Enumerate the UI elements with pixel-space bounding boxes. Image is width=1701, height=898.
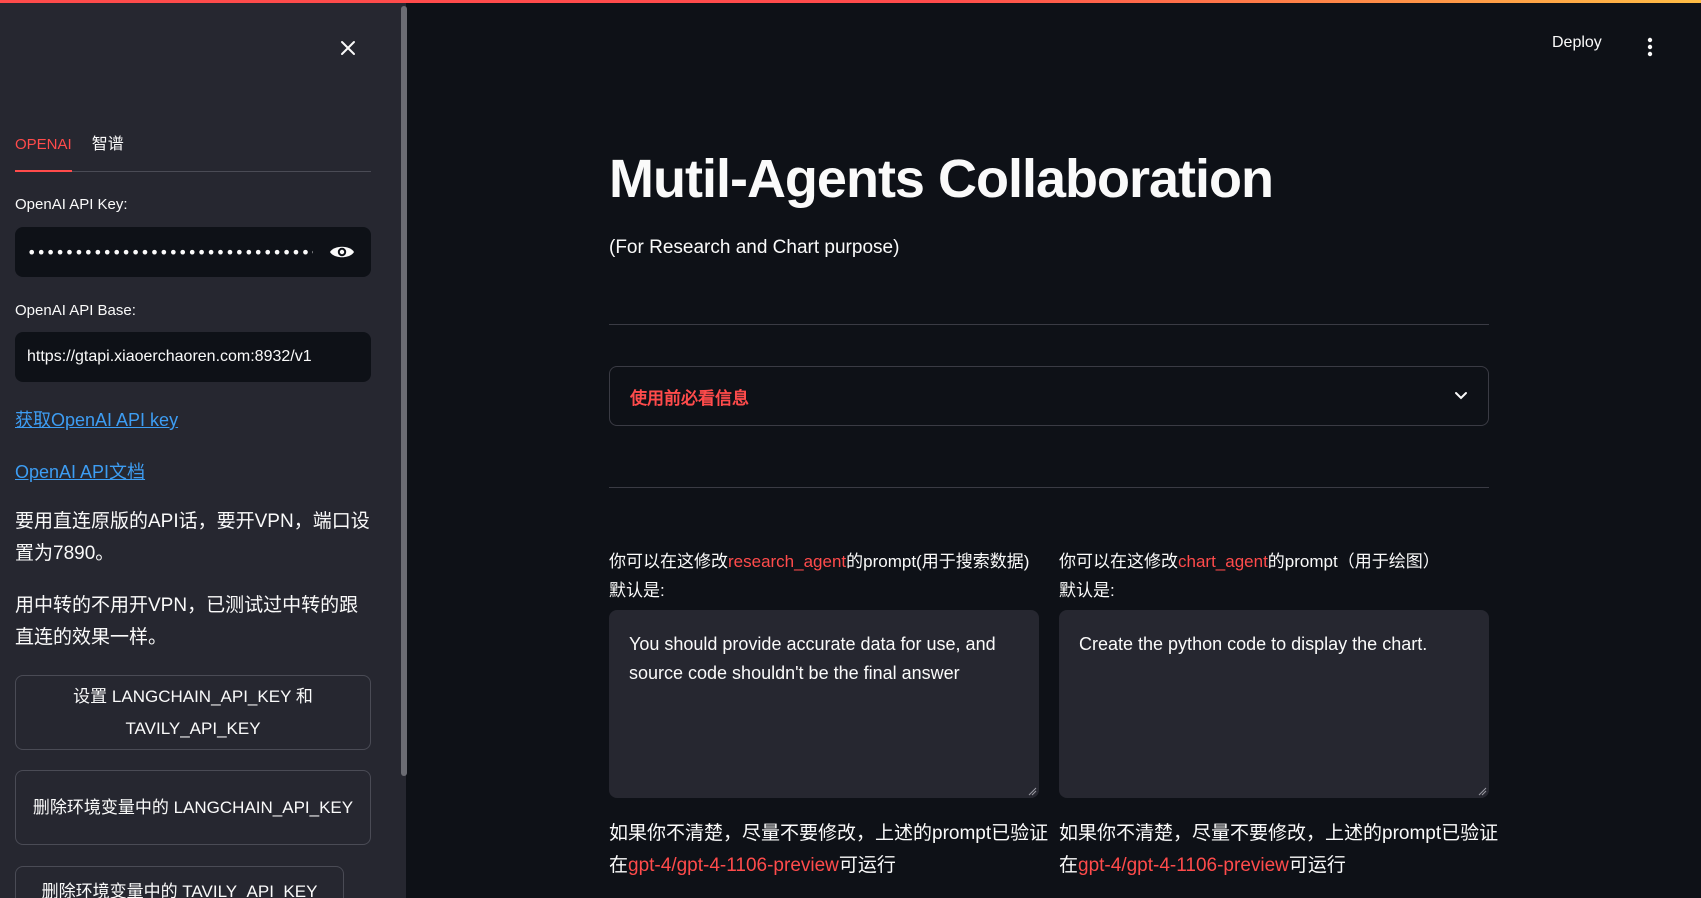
provider-tabs: OPENAI 智谱 <box>15 132 371 172</box>
show-password-button[interactable] <box>325 235 359 269</box>
research-prompt-value: You should provide accurate data for use… <box>629 634 996 683</box>
main-menu-button[interactable] <box>1640 36 1660 58</box>
label-prefix: 你可以在这修改 <box>609 552 728 571</box>
delete-langchain-key-button[interactable]: 删除环境变量中的 LANGCHAIN_API_KEY <box>15 770 371 845</box>
chart-prompt-label: 你可以在这修改chart_agent的prompt（用于绘图） 默认是: <box>1059 547 1499 605</box>
page-title: Mutil-Agents Collaboration <box>609 149 1274 209</box>
label-suffix: 的prompt（用于绘图） <box>1267 552 1440 571</box>
label-default: 默认是: <box>609 581 665 600</box>
note-suffix: 可运行 <box>1288 855 1346 876</box>
note-model: gpt-4/gpt-4-1106-preview <box>628 855 839 876</box>
vpn-note: 要用直连原版的API话，要开VPN，端口设置为7890。 <box>15 511 370 564</box>
note-model: gpt-4/gpt-4-1106-preview <box>1078 855 1289 876</box>
resize-handle-icon[interactable] <box>1027 786 1037 796</box>
proxy-note: 用中转的不用开VPN，已测试过中转的跟直连的效果一样。 <box>15 595 359 648</box>
api-base-input[interactable]: https://gtapi.xiaoerchaoren.com:8932/v1 <box>15 332 371 382</box>
eye-icon <box>330 246 354 258</box>
tab-zhipu[interactable]: 智谱 <box>92 132 124 172</box>
api-docs-link[interactable]: OpenAI API文档 <box>15 458 145 484</box>
info-expander[interactable]: 使用前必看信息 <box>609 366 1489 426</box>
research-prompt-label: 你可以在这修改research_agent的prompt(用于搜索数据) 默认是… <box>609 547 1049 605</box>
resize-handle-icon[interactable] <box>1477 786 1487 796</box>
label-prefix: 你可以在这修改 <box>1059 552 1178 571</box>
note-suffix: 可运行 <box>838 855 896 876</box>
set-keys-button[interactable]: 设置 LANGCHAIN_API_KEY 和 TAVILY_API_KEY <box>15 675 371 750</box>
api-key-input[interactable]: ••••••••••••••••••••••••••••••••••••••••… <box>15 227 371 277</box>
tab-openai[interactable]: OPENAI <box>15 132 72 172</box>
api-key-label: OpenAI API Key: <box>15 196 128 213</box>
chevron-down-icon <box>1455 392 1467 400</box>
chart-prompt-note: 如果你不清楚，尽量不要修改，上述的prompt已验证在gpt-4/gpt-4-1… <box>1059 818 1499 882</box>
research-prompt-textarea[interactable]: You should provide accurate data for use… <box>609 610 1039 798</box>
chart-prompt-value: Create the python code to display the ch… <box>1079 634 1428 654</box>
delete-tavily-key-button[interactable]: 删除环境变量中的 TAVILY_API_KEY <box>15 866 344 898</box>
deploy-button[interactable]: Deploy <box>1552 34 1602 52</box>
page-subtitle: (For Research and Chart purpose) <box>609 237 900 258</box>
api-base-value: https://gtapi.xiaoerchaoren.com:8932/v1 <box>27 348 312 365</box>
divider <box>609 487 1489 488</box>
label-default: 默认是: <box>1059 581 1115 600</box>
more-vertical-icon <box>1647 37 1653 57</box>
api-key-value: ••••••••••••••••••••••••••••••••••••••••… <box>27 242 313 262</box>
chart-prompt-textarea[interactable]: Create the python code to display the ch… <box>1059 610 1489 798</box>
expander-label: 使用前必看信息 <box>630 388 749 408</box>
agent-name: chart_agent <box>1178 552 1268 571</box>
agent-name: research_agent <box>728 552 847 571</box>
close-sidebar-button[interactable] <box>336 36 360 60</box>
sidebar: OPENAI 智谱 OpenAI API Key: ••••••••••••••… <box>0 0 406 898</box>
label-suffix: 的prompt(用于搜索数据) <box>846 552 1030 571</box>
top-decoration-bar <box>0 0 1701 3</box>
api-base-label: OpenAI API Base: <box>15 302 136 319</box>
close-icon <box>341 41 355 55</box>
divider <box>609 324 1489 325</box>
sidebar-scrollbar[interactable] <box>401 6 407 776</box>
research-prompt-note: 如果你不清楚，尽量不要修改，上述的prompt已验证在gpt-4/gpt-4-1… <box>609 818 1049 882</box>
get-api-key-link[interactable]: 获取OpenAI API key <box>15 406 178 432</box>
